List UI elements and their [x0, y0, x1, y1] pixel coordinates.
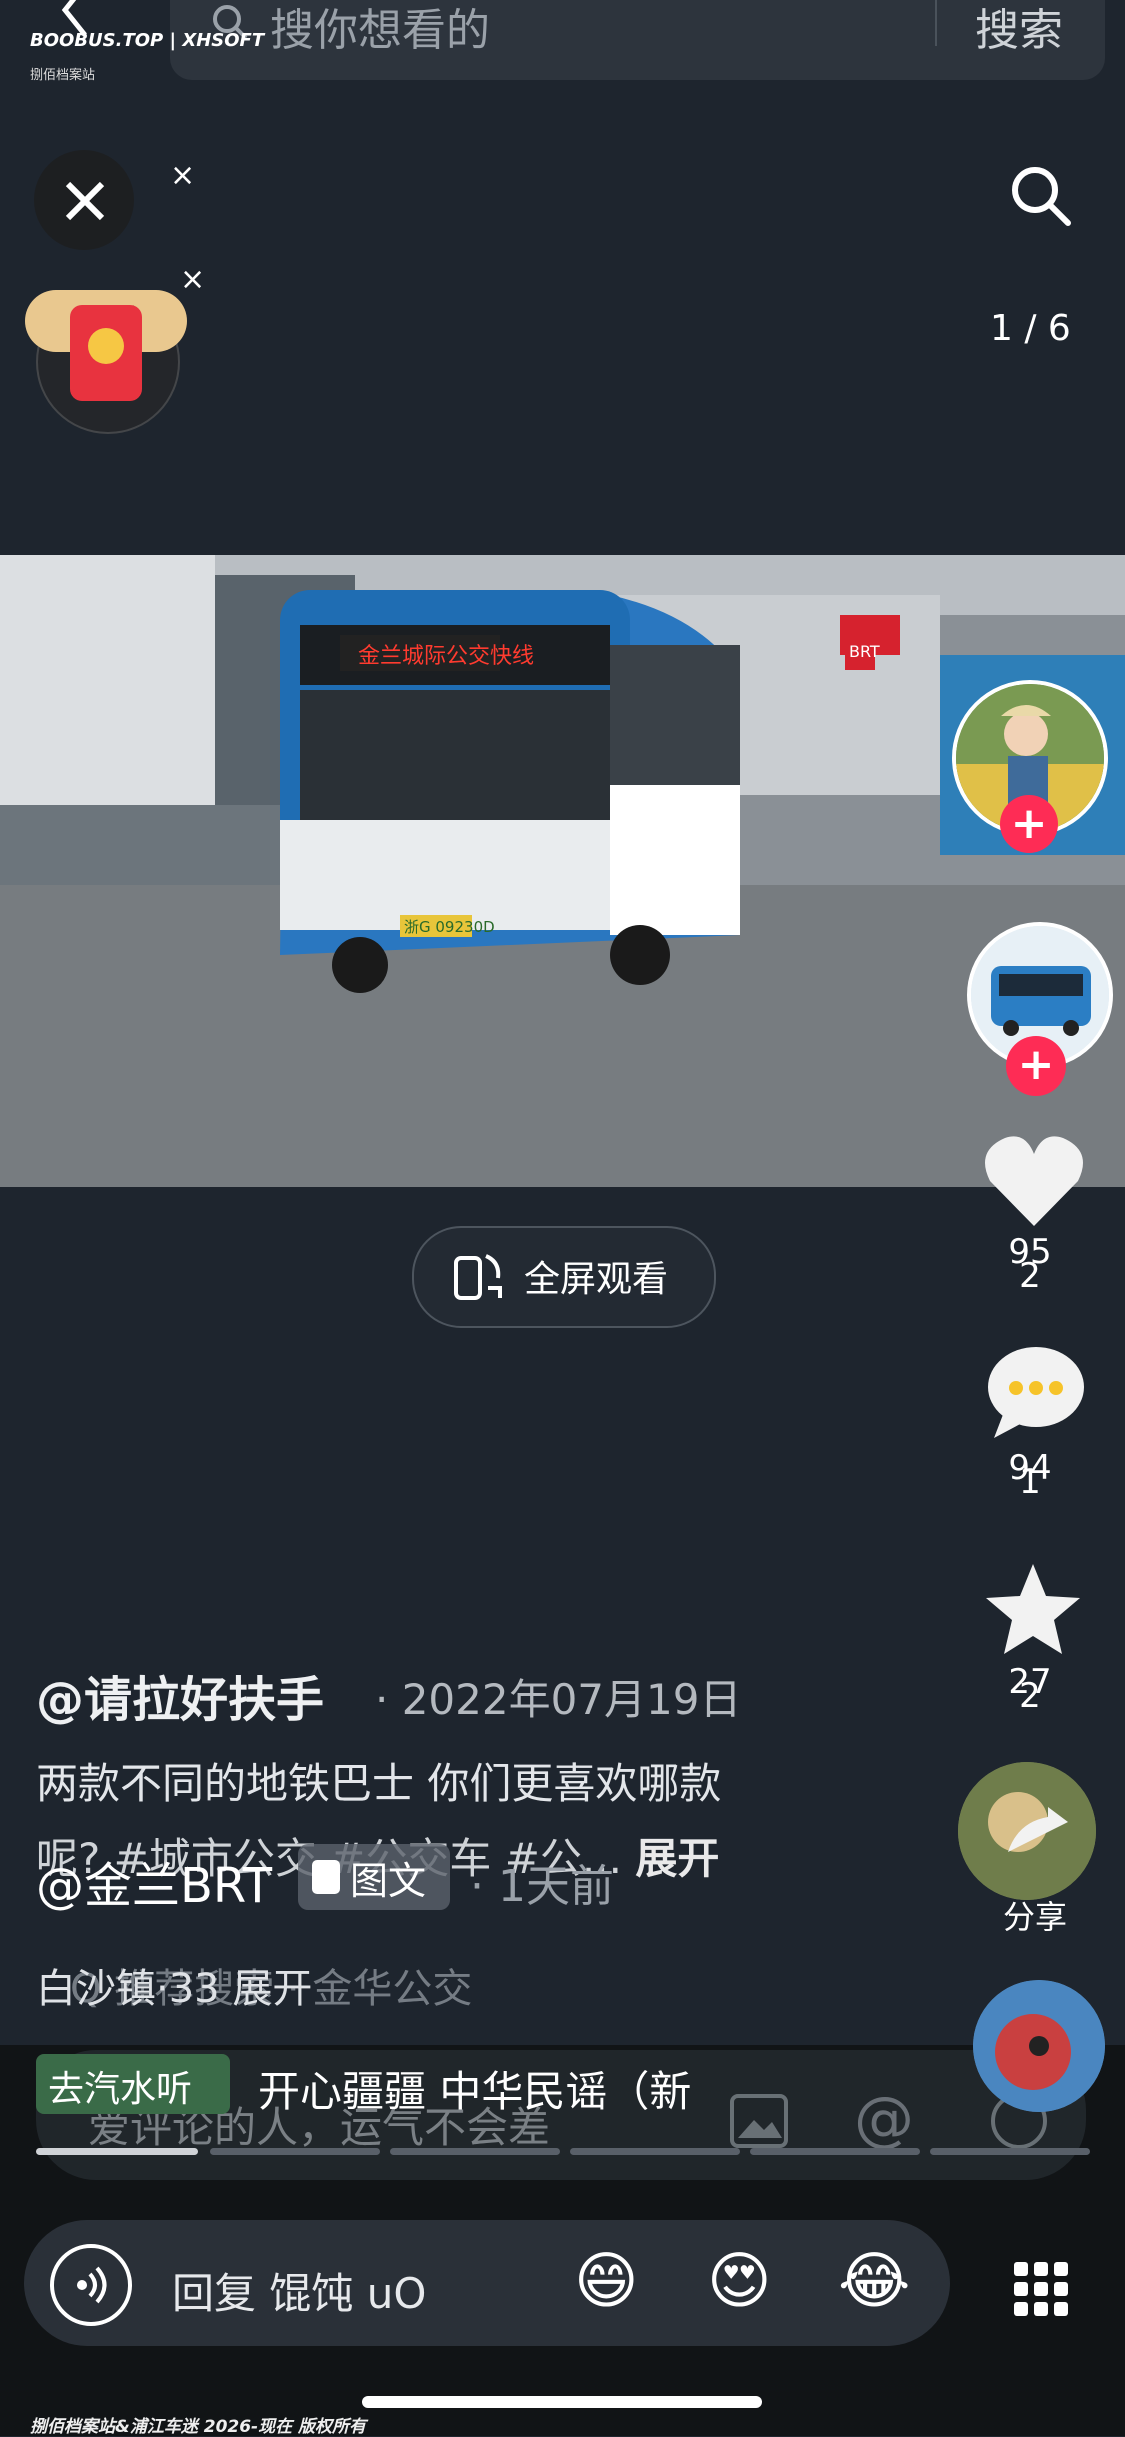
footer-watermark: 捌佰档案站&浦江车迷 2026-现在 版权所有: [30, 2417, 367, 2437]
search-button[interactable]: 搜索: [975, 0, 1063, 58]
reply-input[interactable]: 回复 馄饨 uO: [172, 2260, 426, 2321]
close-icon: [65, 181, 105, 221]
progress-segment: [570, 2148, 740, 2155]
overlay-author-name[interactable]: @金兰BRT: [36, 1846, 272, 1916]
search-icon[interactable]: [1005, 160, 1075, 230]
author-name[interactable]: @请拉好扶手: [36, 1660, 324, 1730]
search-input[interactable]: 搜你想看的: [270, 0, 490, 58]
progress-segment: [36, 2148, 198, 2155]
emoji-heart-eyes-button[interactable]: 😍: [707, 2244, 772, 2317]
dismiss-icon[interactable]: ×: [180, 262, 205, 297]
post-description: 两款不同的地铁巴士 你们更喜欢哪款: [36, 1759, 722, 1808]
music-chip-label: 去汽水听: [48, 2069, 193, 2110]
home-indicator[interactable]: [362, 2396, 762, 2408]
follow-button[interactable]: +: [1006, 1036, 1066, 1096]
post-image[interactable]: 金兰城际公交快线 浙G 09230D BRT: [0, 555, 1125, 1187]
bus-photo: 金兰城际公交快线 浙G 09230D BRT: [0, 555, 1125, 1187]
location-text: 白沙镇·33: [36, 1966, 220, 2012]
star-icon[interactable]: [982, 1560, 1084, 1660]
post-date: · 2022年07月19日: [375, 1675, 742, 1724]
comment-icon[interactable]: [982, 1342, 1090, 1442]
grid-menu-icon[interactable]: [1012, 2260, 1070, 2318]
progress-segment: [390, 2148, 560, 2155]
follow-button[interactable]: +: [1000, 795, 1058, 853]
share-avatar[interactable]: [958, 1762, 1096, 1900]
dismiss-icon[interactable]: ×: [170, 158, 195, 193]
location-row[interactable]: 白沙镇·33 展开: [36, 1956, 312, 2014]
bus-sign-text: 金兰城际公交快线: [358, 644, 534, 669]
emoji-grin-button[interactable]: 😄: [574, 2244, 639, 2317]
location-expand[interactable]: 展开: [232, 1966, 312, 2012]
emoji-laugh-cry-button[interactable]: 😂: [838, 2244, 910, 2317]
image-text-label: 图文: [350, 1859, 427, 1903]
progress-segment: [930, 2148, 1090, 2155]
fullscreen-label: 全屏观看: [524, 1259, 669, 1300]
mention-icon[interactable]: @: [854, 2084, 914, 2154]
progress-segment: [210, 2148, 380, 2155]
heart-icon[interactable]: [980, 1126, 1088, 1236]
progress-segment: [750, 2148, 920, 2155]
plate-text: 浙G 09230D: [404, 918, 495, 936]
image-icon[interactable]: [728, 2090, 790, 2152]
like-count-overlay: 2: [1019, 1256, 1041, 1296]
reply-input-bar[interactable]: [24, 2220, 950, 2346]
divider: [935, 0, 937, 46]
favorite-count-overlay: 2: [1019, 1676, 1041, 1716]
rotate-screen-icon: [454, 1254, 502, 1300]
images-icon: [312, 1860, 340, 1894]
music-disc[interactable]: [973, 1980, 1105, 2112]
share-label: 分享: [1003, 1898, 1068, 1936]
coin-icon: [88, 328, 124, 364]
expand-link[interactable]: 展开: [635, 1834, 719, 1883]
brt-sign: BRT: [849, 642, 880, 661]
watermark: BOOBUS.TOP | XHSOFT: [30, 30, 265, 51]
voice-icon: [77, 2266, 107, 2304]
page-indicator: 1 / 6: [990, 308, 1071, 349]
comment-count-overlay: 1: [1019, 1462, 1041, 1502]
overlay-time: · 1天前: [470, 1861, 614, 1912]
watermark-sub: 捌佰档案站: [30, 68, 96, 83]
music-title[interactable]: 开心疆疆 中华民谣（新: [258, 2058, 691, 2119]
